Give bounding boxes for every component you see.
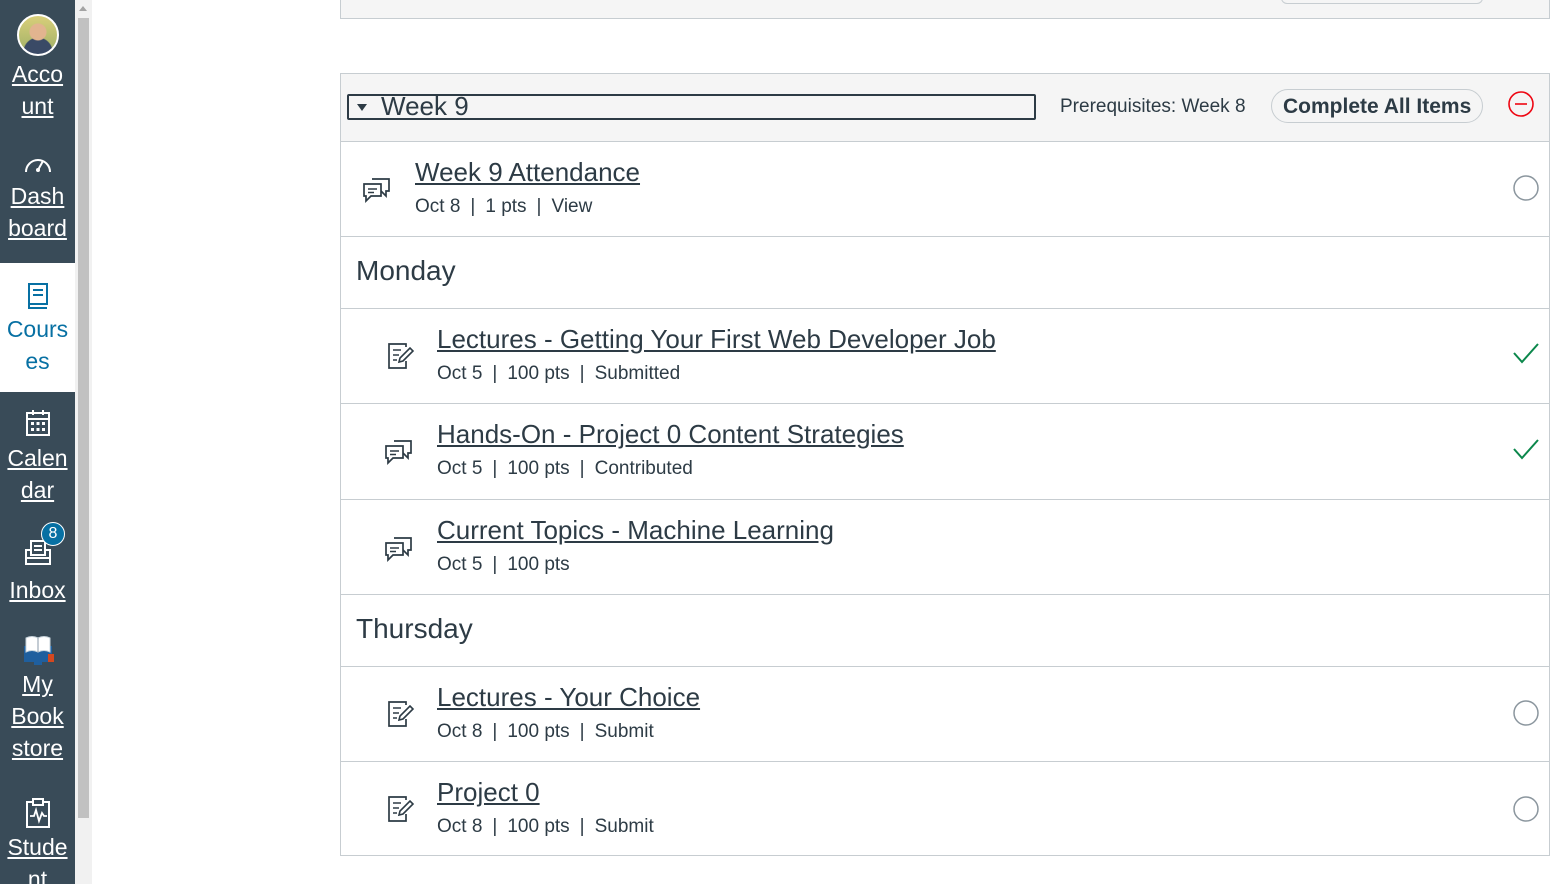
assignment-icon (388, 796, 415, 822)
nav-calendar[interactable]: Calen dar (0, 408, 75, 506)
student-tools-icon (25, 798, 50, 828)
item-due-date: Oct 8 (437, 816, 483, 837)
calendar-icon (25, 410, 50, 436)
dashboard-icon (24, 159, 51, 173)
item-details: Oct 8 | 1 pts | View (415, 196, 593, 217)
item-due-date: Oct 8 (415, 196, 461, 217)
avatar (16, 14, 59, 56)
item-points: 100 pts (507, 721, 570, 742)
item-title-link[interactable]: Week 9 Attendance (415, 156, 640, 188)
item-title-link[interactable]: Lectures - Your Choice (437, 681, 700, 713)
subheader-title: Thursday (356, 613, 473, 644)
context-module: Week 9 Prerequisites: Week 8 Complete Al… (340, 73, 1550, 856)
nav-inbox-label: Inbox (9, 577, 66, 603)
module-item: Week 9 Attendance Oct 8 | 1 pts | View (341, 141, 1549, 237)
item-due-date: Oct 5 (437, 554, 483, 575)
minus-circle-icon[interactable] (1507, 90, 1535, 118)
caret-down-icon (357, 104, 367, 111)
module-item: Project 0 Oct 8 | 100 pts | Submit (341, 762, 1549, 855)
nav-calendar-label: Calen dar (7, 445, 68, 503)
previous-complete-all-button[interactable] (1281, 0, 1483, 4)
incomplete-circle-icon (1513, 796, 1539, 822)
courses-icon (27, 283, 48, 309)
module-item: Hands-On - Project 0 Content Strategies … (341, 404, 1549, 500)
nav-bookstore[interactable]: My Book store (0, 632, 75, 764)
module-header: Week 9 Prerequisites: Week 8 Complete Al… (341, 74, 1549, 142)
module-item: Lectures - Getting Your First Web Develo… (341, 309, 1549, 404)
item-points: 1 pts (485, 196, 527, 217)
scrollbar-thumb[interactable] (78, 18, 89, 818)
module-name: Week 9 (381, 91, 469, 121)
nav-student-label: Stude nt (7, 834, 68, 884)
global-navigation: Acco unt Dash board Cours es Calen dar I… (0, 0, 75, 884)
nav-dashboard-label: Dash board (8, 183, 67, 241)
module-subheader: Thursday (341, 595, 1549, 667)
item-due-date: Oct 8 (437, 721, 483, 742)
incomplete-circle-icon (1513, 175, 1539, 201)
item-title-link[interactable]: Project 0 (437, 776, 540, 808)
discussion-icon (385, 440, 412, 466)
module-prerequisites: Prerequisites: Week 8 (1060, 96, 1246, 117)
scroll-up-arrow-icon[interactable] (79, 6, 87, 11)
previous-module-header (340, 0, 1550, 19)
item-requirement: Submit (594, 816, 654, 837)
item-title-link[interactable]: Hands-On - Project 0 Content Strategies (437, 418, 904, 450)
item-details: Oct 5 | 100 pts (437, 554, 570, 575)
nav-dashboard[interactable]: Dash board (0, 152, 75, 244)
module-item: Lectures - Your Choice Oct 8 | 100 pts | Sub… (341, 667, 1549, 762)
subheader-title: Monday (356, 255, 456, 286)
checkmark-icon (1513, 343, 1539, 364)
item-details: Oct 8 | 100 pts | Submit (437, 816, 654, 837)
item-title-link[interactable]: Lectures - Getting Your First Web Develo… (437, 323, 996, 355)
module-collapse-toggle[interactable]: Week 9 (347, 91, 1036, 121)
nav-courses[interactable]: Cours es (0, 263, 75, 392)
assignment-icon (388, 701, 415, 727)
nav-inbox[interactable]: Inbox (0, 538, 75, 606)
nav-courses-label: Cours es (6, 316, 69, 374)
nav-account[interactable]: Acco unt (0, 14, 75, 122)
item-details: Oct 5 | 100 pts | Contributed (437, 458, 693, 479)
nav-bookstore-label: My Book store (11, 671, 64, 761)
item-requirement: View (551, 196, 593, 217)
inbox-unread-badge: 8 (41, 522, 65, 546)
incomplete-circle-icon (1513, 700, 1539, 726)
module-item: Current Topics - Machine Learning Oct 5 |… (341, 500, 1549, 595)
nav-student[interactable]: Stude nt (0, 797, 75, 884)
item-requirement: Submitted (594, 363, 681, 384)
bookstore-icon (23, 636, 54, 665)
assignment-icon (388, 343, 415, 369)
item-points: 100 pts (507, 458, 570, 479)
item-points: 100 pts (507, 816, 570, 837)
complete-all-items-button[interactable]: Complete All Items (1271, 89, 1484, 123)
item-details: Oct 5 | 100 pts | Submitted (437, 363, 681, 384)
item-points: 100 pts (507, 363, 570, 384)
nav-account-label: Acco unt (11, 61, 64, 119)
item-details: Oct 8 | 100 pts | Submit (437, 721, 654, 742)
item-requirement: Contributed (594, 458, 693, 479)
discussion-icon (363, 178, 390, 204)
item-requirement: Submit (594, 721, 654, 742)
discussion-icon (385, 537, 412, 563)
item-due-date: Oct 5 (437, 363, 483, 384)
item-points: 100 pts (507, 554, 570, 575)
module-subheader: Monday (341, 237, 1549, 309)
item-due-date: Oct 5 (437, 458, 483, 479)
item-title-link[interactable]: Current Topics - Machine Learning (437, 514, 834, 546)
checkmark-icon (1513, 439, 1539, 460)
scrollbar[interactable] (75, 0, 92, 884)
